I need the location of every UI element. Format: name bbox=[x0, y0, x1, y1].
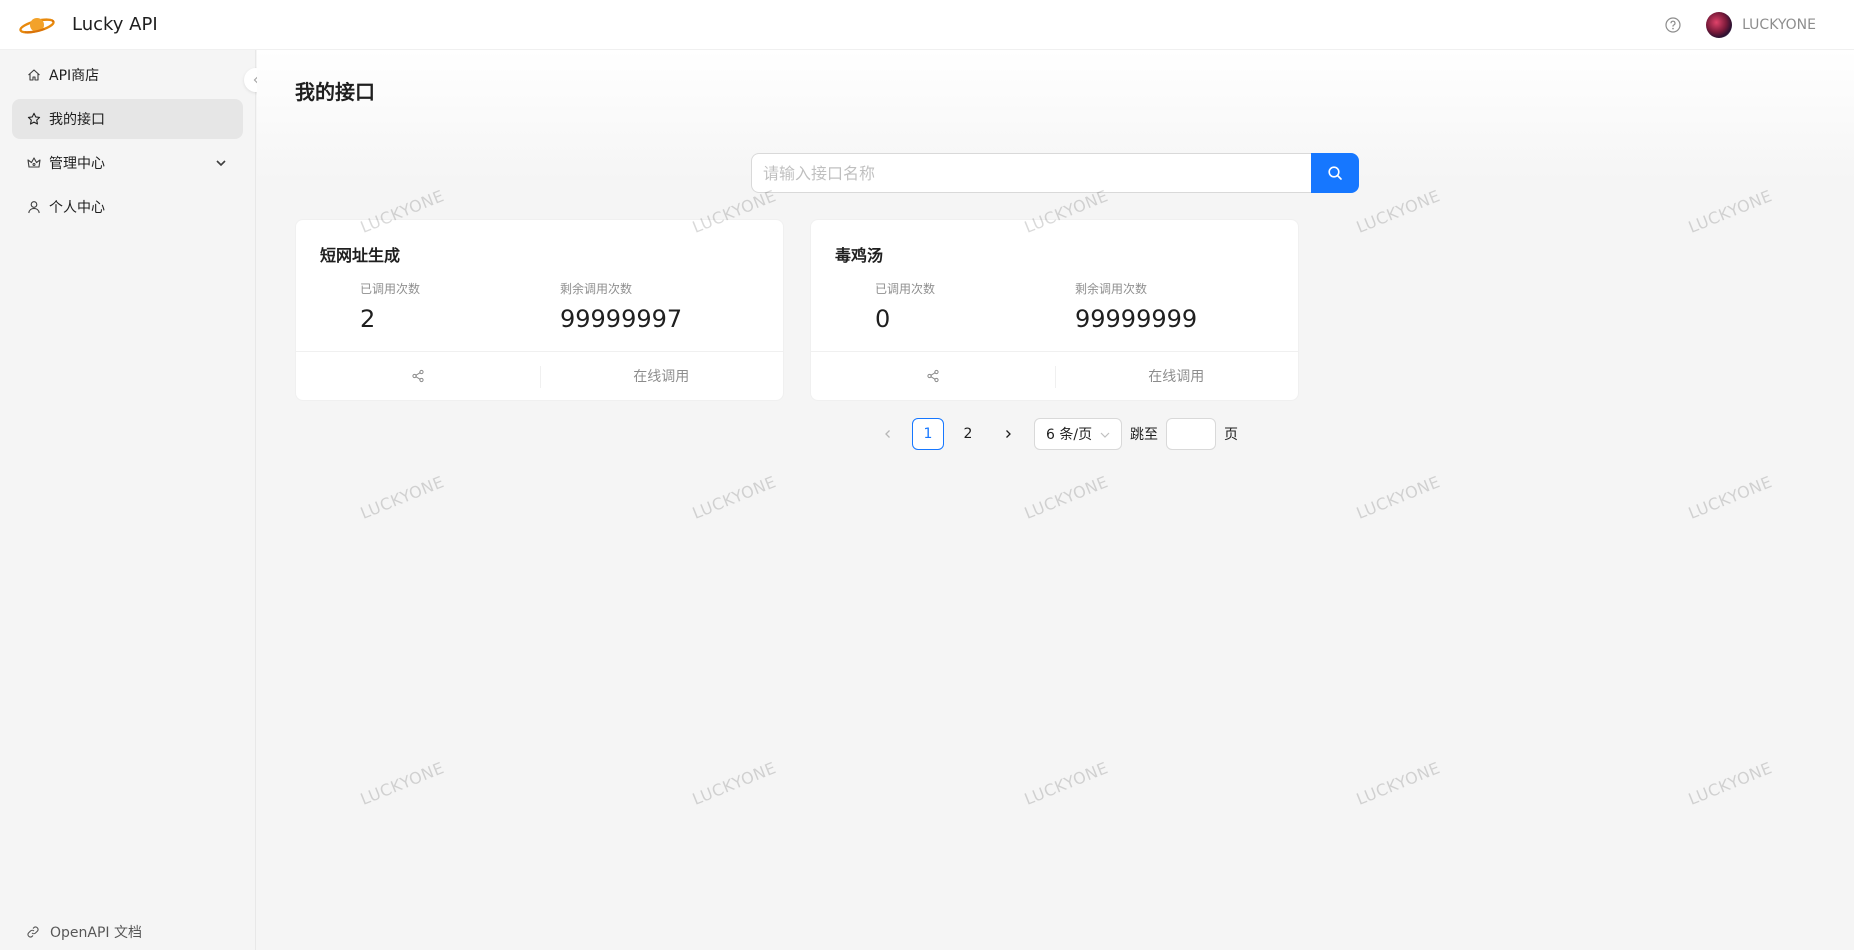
prev-page-button[interactable] bbox=[872, 418, 904, 450]
card-actions: 在线调用 bbox=[296, 351, 783, 400]
planet-logo-icon bbox=[19, 17, 55, 34]
page-jump-input[interactable] bbox=[1166, 418, 1216, 450]
sidebar-item-api-store[interactable]: API商店 bbox=[12, 55, 243, 95]
user-name[interactable]: LUCKYONE bbox=[1742, 17, 1816, 33]
online-call-button[interactable]: 在线调用 bbox=[1054, 352, 1299, 400]
page-1-button[interactable]: 1 bbox=[912, 418, 944, 450]
share-icon bbox=[927, 369, 939, 383]
sidebar: API商店 我的接口 管理中心 个人中心 OpenAPI 文档 bbox=[0, 50, 256, 950]
page-size-value: 6 条/页 bbox=[1046, 427, 1093, 443]
page-2-button[interactable]: 2 bbox=[952, 418, 984, 450]
used-count-value: 2 bbox=[360, 305, 376, 333]
sidebar-item-label: 我的接口 bbox=[49, 112, 105, 128]
avatar[interactable] bbox=[1706, 12, 1733, 38]
api-card: 毒鸡汤 已调用次数 0 剩余调用次数 99999999 在线调用 bbox=[810, 219, 1299, 401]
api-card: 短网址生成 已调用次数 2 剩余调用次数 99999997 在线调用 bbox=[295, 219, 784, 401]
used-count-label: 已调用次数 bbox=[360, 282, 421, 296]
used-count-label: 已调用次数 bbox=[875, 282, 936, 296]
page-title: 我的接口 bbox=[295, 80, 375, 104]
sidebar-item-my-apis[interactable]: 我的接口 bbox=[12, 99, 243, 139]
search-icon bbox=[1328, 166, 1342, 180]
used-count-stat: 已调用次数 2 bbox=[360, 280, 420, 333]
page-suffix: 页 bbox=[1224, 427, 1238, 443]
api-card-title: 短网址生成 bbox=[320, 246, 401, 265]
main-content: 我的接口 短网址生成 已调用次数 2 剩余调用次数 99999997 bbox=[257, 50, 1854, 950]
used-count-value: 0 bbox=[875, 305, 891, 333]
top-header: Lucky API LUCKYONE bbox=[0, 0, 1854, 50]
crown-icon bbox=[27, 157, 41, 168]
user-icon bbox=[28, 201, 40, 214]
search-input[interactable] bbox=[751, 153, 1312, 193]
online-call-button[interactable]: 在线调用 bbox=[539, 352, 784, 400]
brand[interactable]: Lucky API bbox=[18, 14, 158, 36]
page-size-select[interactable]: 6 条/页 bbox=[1034, 418, 1122, 450]
sidebar-item-label: 管理中心 bbox=[49, 156, 105, 172]
search-button[interactable] bbox=[1311, 153, 1359, 193]
pagination: 1 2 6 条/页 跳至 页 bbox=[872, 418, 1238, 450]
app-title: Lucky API bbox=[72, 14, 158, 35]
sidebar-item-personal-center[interactable]: 个人中心 bbox=[12, 187, 243, 227]
sidebar-item-label: 个人中心 bbox=[49, 200, 105, 216]
search-bar bbox=[751, 153, 1359, 193]
remaining-count-value: 99999999 bbox=[1075, 305, 1198, 333]
openapi-docs-label: OpenAPI 文档 bbox=[50, 925, 142, 941]
question-circle-icon[interactable] bbox=[1664, 16, 1682, 34]
sidebar-item-admin-center[interactable]: 管理中心 bbox=[12, 143, 243, 183]
next-page-button[interactable] bbox=[992, 418, 1024, 450]
page-jumper: 跳至 页 bbox=[1130, 418, 1238, 450]
share-button[interactable] bbox=[811, 352, 1055, 400]
chevron-left-icon bbox=[885, 430, 890, 438]
star-icon bbox=[27, 112, 41, 125]
share-button[interactable] bbox=[296, 352, 540, 400]
home-icon bbox=[28, 69, 40, 81]
chevron-down-icon[interactable] bbox=[215, 157, 227, 169]
remaining-count-label: 剩余调用次数 bbox=[1075, 282, 1148, 296]
remaining-count-label: 剩余调用次数 bbox=[560, 282, 633, 296]
link-icon bbox=[27, 926, 39, 938]
openapi-docs-link[interactable]: OpenAPI 文档 bbox=[26, 922, 142, 942]
jump-label: 跳至 bbox=[1130, 427, 1158, 443]
api-card-title: 毒鸡汤 bbox=[835, 246, 884, 265]
remaining-count-value: 99999997 bbox=[560, 305, 683, 333]
chevron-right-icon bbox=[1006, 430, 1011, 438]
card-actions: 在线调用 bbox=[811, 351, 1298, 400]
chevron-down-icon bbox=[1100, 432, 1110, 438]
sidebar-item-label: API商店 bbox=[49, 68, 100, 84]
share-icon bbox=[412, 369, 424, 383]
remaining-count-stat: 剩余调用次数 99999997 bbox=[560, 280, 682, 333]
remaining-count-stat: 剩余调用次数 99999999 bbox=[1075, 280, 1197, 333]
sidebar-menu: API商店 我的接口 管理中心 个人中心 bbox=[0, 55, 255, 227]
used-count-stat: 已调用次数 0 bbox=[875, 280, 935, 333]
api-card-list: 短网址生成 已调用次数 2 剩余调用次数 99999997 在线调用 毒鸡汤 已… bbox=[295, 219, 1299, 401]
